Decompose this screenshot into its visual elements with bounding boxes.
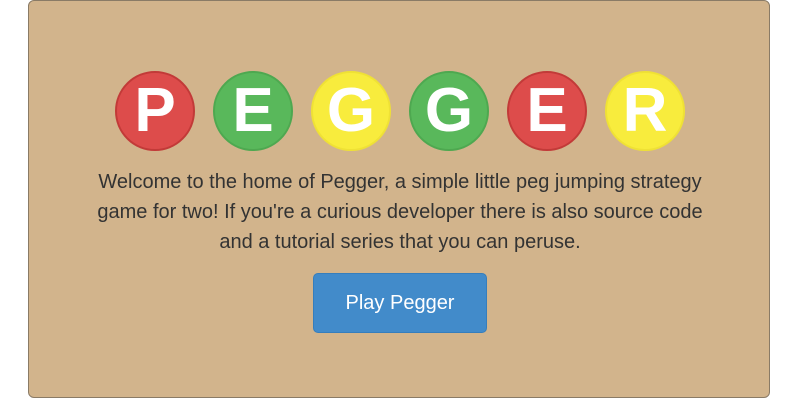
logo-letter-r: R <box>605 71 685 151</box>
logo-letter-p: P <box>115 71 195 151</box>
intro-text: Welcome to the home of Pegger, a simple … <box>97 171 703 253</box>
logo-letter-g-second: G <box>409 71 489 151</box>
hero-panel: P E G G E R Welcome to the home of Pegge… <box>28 0 770 398</box>
logo-letter-e-second: E <box>507 71 587 151</box>
logo-letter-e: E <box>213 71 293 151</box>
pegger-logo: P E G G E R <box>29 71 771 161</box>
logo-letter-g: G <box>311 71 391 151</box>
play-pegger-button[interactable]: Play Pegger <box>313 273 487 333</box>
